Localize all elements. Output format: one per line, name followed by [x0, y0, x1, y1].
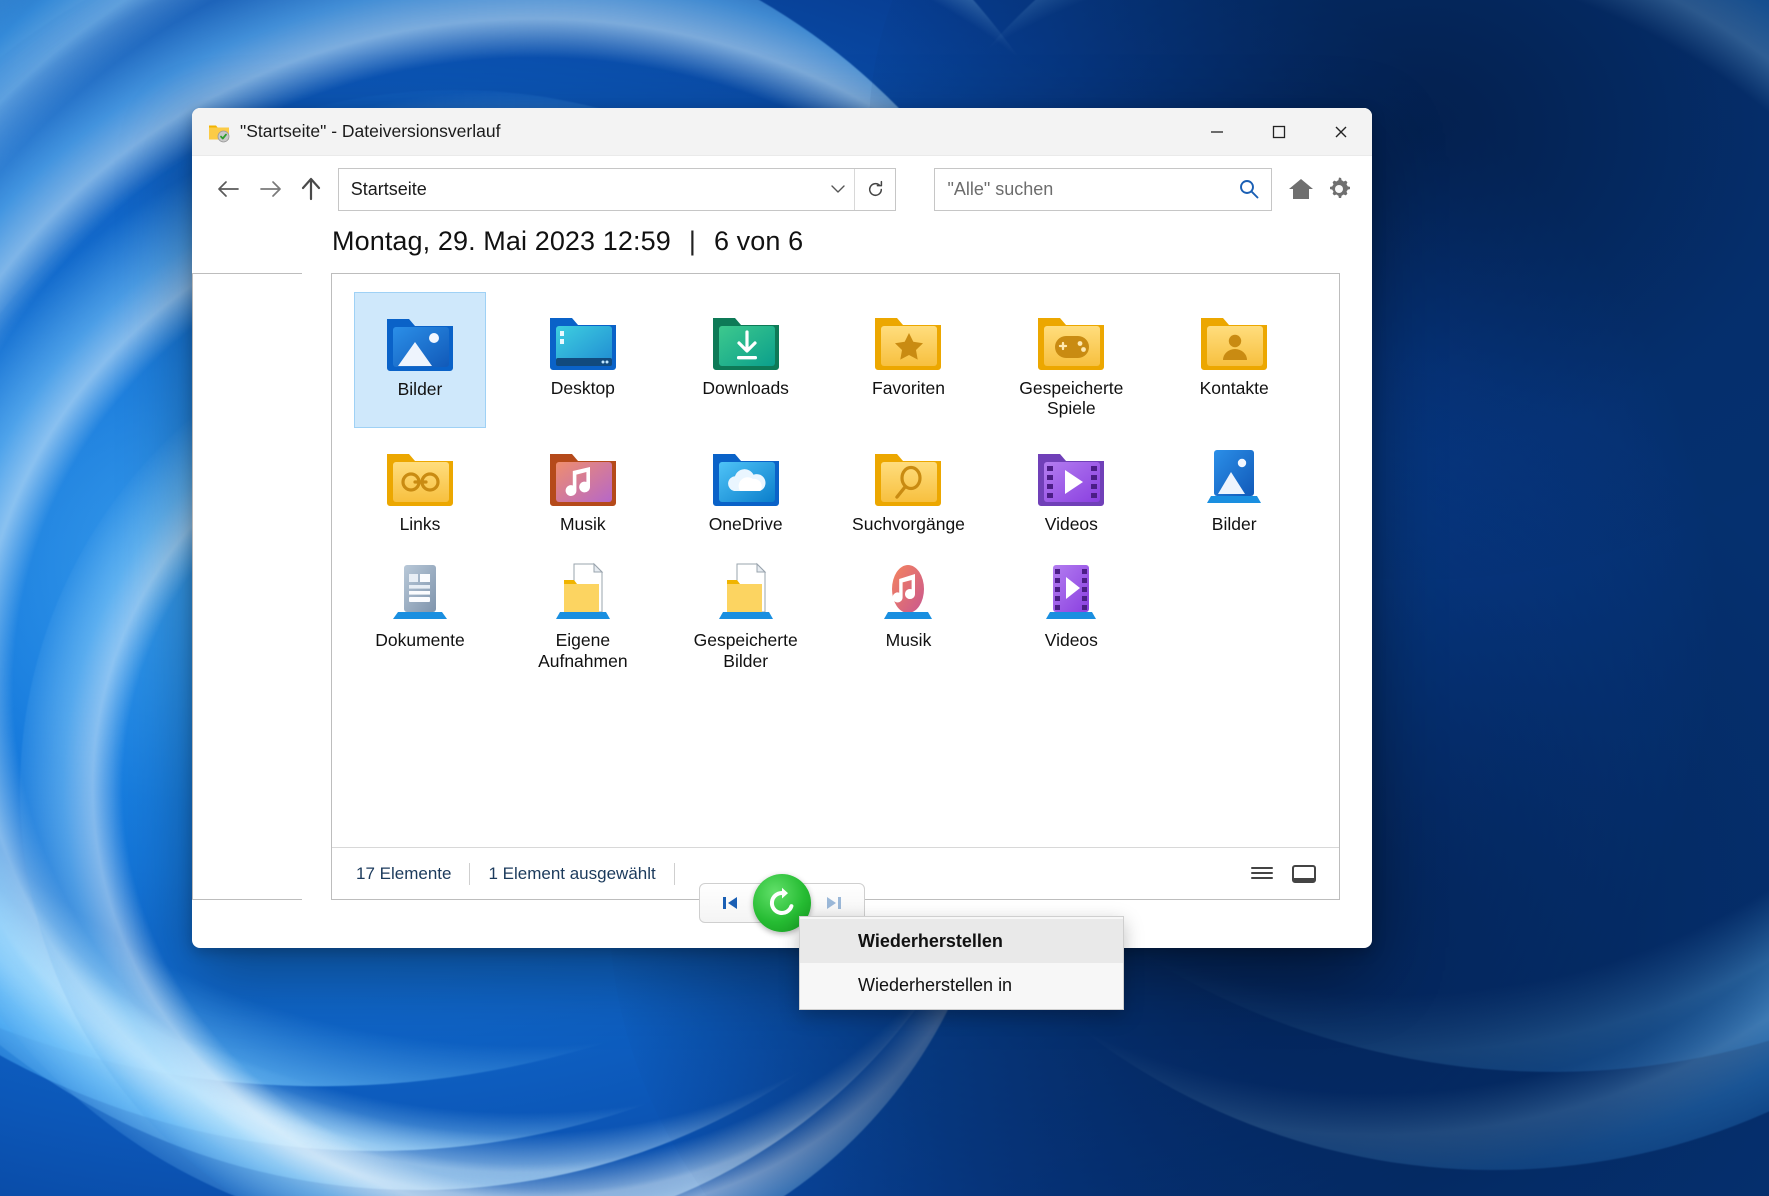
grid-item-eigene-aufnahmen-library[interactable]: Eigene Aufnahmen	[517, 544, 649, 680]
refresh-icon[interactable]	[855, 169, 895, 210]
item-grid: Bilder Desktop Downloads Favoriten Gespe…	[332, 274, 1339, 847]
grid-item-bilder-library[interactable]: Bilder	[1168, 428, 1300, 544]
desktop-folder-icon	[544, 300, 622, 372]
downloads-folder-icon	[707, 300, 785, 372]
back-button[interactable]	[206, 168, 249, 210]
grid-item-musik-library[interactable]: Musik	[842, 544, 974, 680]
grid-item-onedrive-folder[interactable]: OneDrive	[680, 428, 812, 544]
minimize-button[interactable]	[1186, 108, 1248, 155]
version-header: Montag, 29. Mai 2023 12:59 | 6 von 6	[192, 222, 1372, 265]
grid-item-bilder-folder[interactable]: Bilder	[354, 292, 486, 429]
music-folder-icon	[544, 436, 622, 508]
grid-item-label: Downloads	[702, 378, 789, 398]
grid-item-links-folder[interactable]: Links	[354, 428, 486, 544]
documents-library-icon	[381, 552, 459, 624]
grid-item-label: Videos	[1044, 514, 1098, 535]
grid-item-label: Desktop	[550, 378, 615, 398]
music-library-icon	[869, 552, 947, 624]
context-menu-item-wiederherstellen[interactable]: Wiederherstellen	[800, 919, 1123, 963]
saved-games-folder-icon	[1032, 300, 1110, 372]
grid-item-gespeicherte-spiele-folder[interactable]: Gespeicherte Spiele	[1005, 292, 1137, 428]
previous-version-button[interactable]	[699, 883, 761, 923]
address-bar[interactable]: Startseite	[337, 167, 897, 211]
restore-context-menu: Wiederherstellen Wiederherstellen in	[799, 916, 1124, 1010]
saved-pictures-library-icon	[707, 552, 785, 624]
chevron-down-icon[interactable]	[821, 168, 856, 210]
grid-item-label: Musik	[559, 514, 606, 535]
grid-item-label: Gespeicherte Bilder	[693, 630, 798, 671]
grid-item-label: Kontakte	[1199, 378, 1269, 398]
gear-icon[interactable]	[1322, 172, 1356, 206]
grid-item-musik-folder[interactable]: Musik	[517, 428, 649, 544]
file-history-window: "Startseite" - Dateiversionsverlauf Star…	[192, 108, 1372, 1010]
videos-library-icon	[1032, 552, 1110, 624]
grid-item-favoriten-folder[interactable]: Favoriten	[842, 292, 974, 428]
grid-item-label: Suchvorgänge	[852, 514, 965, 535]
transport-controls	[192, 874, 1372, 932]
navigation-bar: Startseite	[192, 156, 1372, 222]
searches-folder-icon	[869, 436, 947, 508]
grid-item-label: OneDrive	[708, 514, 783, 535]
contacts-folder-icon	[1195, 300, 1273, 372]
grid-item-label: Favoriten	[872, 378, 945, 398]
context-menu-item-label: Wiederherstellen	[858, 930, 1003, 951]
file-history-folder-icon	[208, 121, 230, 143]
grid-item-label: Links	[399, 514, 441, 535]
forward-button[interactable]	[249, 168, 292, 210]
grid-item-label: Dokumente	[375, 630, 465, 651]
videos-folder-icon	[1032, 436, 1110, 508]
close-button[interactable]	[1310, 108, 1372, 155]
left-panel-strip	[192, 273, 302, 900]
window-title: "Startseite" - Dateiversionsverlauf	[240, 121, 501, 141]
grid-item-label: Bilder	[1211, 514, 1257, 535]
pictures-library-icon	[1195, 436, 1273, 508]
grid-item-label: Videos	[1044, 630, 1098, 651]
navbar-right-icons	[1284, 172, 1356, 206]
pictures-folder-icon	[381, 301, 459, 373]
favorites-folder-icon	[869, 300, 947, 372]
camera-roll-library-icon	[544, 552, 622, 624]
grid-item-label: Musik	[885, 630, 932, 651]
grid-item-dokumente-library[interactable]: Dokumente	[354, 544, 486, 680]
search-input[interactable]	[935, 178, 1227, 200]
grid-item-label: Bilder	[397, 379, 443, 399]
window-body: Bilder Desktop Downloads Favoriten Gespe…	[192, 265, 1372, 948]
grid-item-videos-library[interactable]: Videos	[1005, 544, 1137, 680]
home-icon[interactable]	[1284, 172, 1318, 206]
onedrive-folder-icon	[707, 436, 785, 508]
grid-item-gespeicherte-bilder-library[interactable]: Gespeicherte Bilder	[680, 544, 812, 680]
magnifier-icon[interactable]	[1227, 169, 1271, 210]
context-menu-item-wiederherstellen-in[interactable]: Wiederherstellen in	[800, 963, 1123, 1007]
version-counter: 6 von 6	[713, 226, 804, 256]
grid-item-label: Gespeicherte Spiele	[1019, 378, 1124, 419]
grid-item-kontakte-folder[interactable]: Kontakte	[1168, 292, 1300, 428]
desktop-wallpaper: "Startseite" - Dateiversionsverlauf Star…	[0, 0, 1769, 1196]
grid-item-downloads-folder[interactable]: Downloads	[680, 292, 812, 428]
address-value: Startseite	[350, 178, 427, 199]
up-button[interactable]	[292, 168, 329, 210]
content-pane: Bilder Desktop Downloads Favoriten Gespe…	[331, 273, 1340, 900]
grid-item-suchvorgaenge-folder[interactable]: Suchvorgänge	[842, 428, 974, 544]
grid-item-desktop-folder[interactable]: Desktop	[517, 292, 649, 428]
grid-item-label: Eigene Aufnahmen	[538, 630, 628, 671]
version-datetime: Montag, 29. Mai 2023 12:59	[332, 226, 671, 256]
search-box[interactable]	[934, 167, 1272, 211]
links-folder-icon	[381, 436, 459, 508]
grid-item-videos-folder[interactable]: Videos	[1005, 428, 1137, 544]
header-separator: |	[688, 226, 696, 256]
maximize-button[interactable]	[1248, 108, 1310, 155]
title-bar: "Startseite" - Dateiversionsverlauf	[192, 108, 1372, 156]
context-menu-item-label: Wiederherstellen in	[858, 974, 1013, 995]
